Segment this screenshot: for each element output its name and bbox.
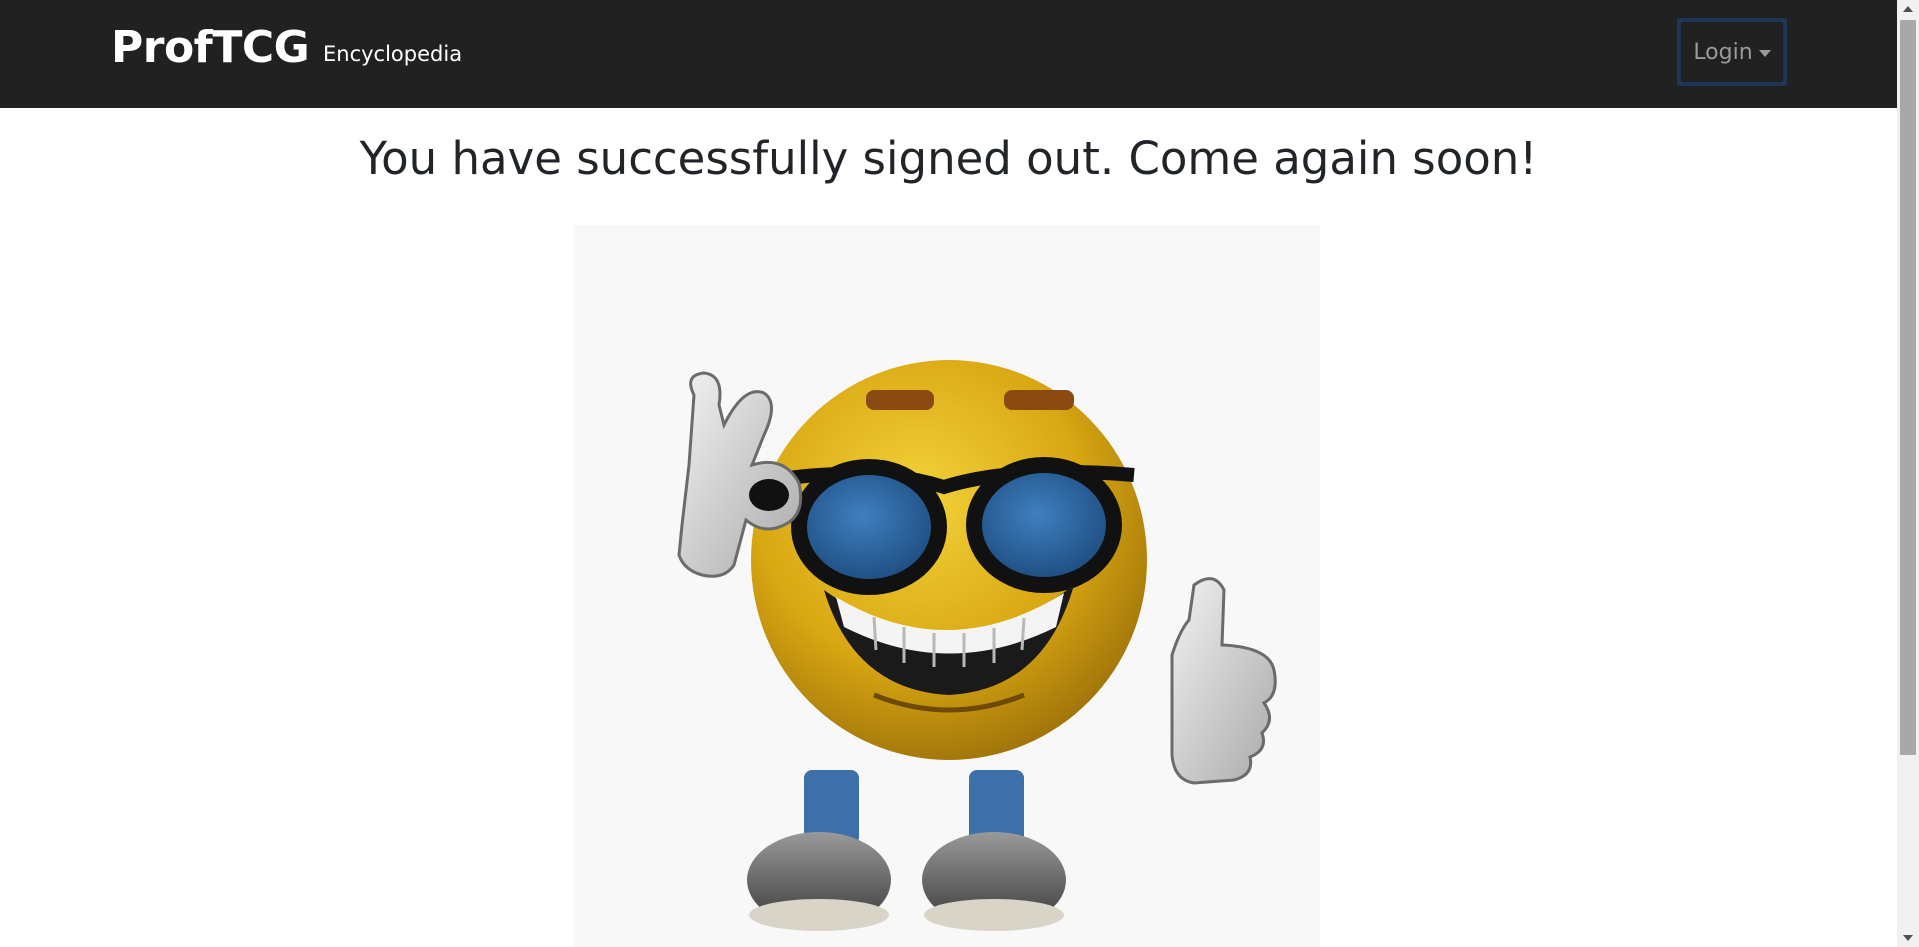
thumbs-up-hand (1170, 577, 1277, 785)
scroll-down-icon[interactable] (1903, 935, 1913, 941)
page: ProfTCG Encyclopedia Login You have succ… (0, 0, 1919, 947)
nav-link-encyclopedia[interactable]: Encyclopedia (323, 42, 462, 66)
scroll-up-icon[interactable] (1903, 6, 1913, 12)
login-label: Login (1693, 39, 1753, 65)
top-navbar: ProfTCG Encyclopedia Login (0, 0, 1897, 108)
chevron-down-icon (1758, 49, 1771, 57)
signout-image (574, 225, 1320, 947)
cool-smiley-sunglasses-thumbs-up-icon (677, 360, 1277, 931)
page-title: You have successfully signed out. Come a… (359, 132, 1538, 185)
login-dropdown-toggle[interactable]: Login (1677, 18, 1787, 86)
left-shoe (747, 770, 891, 931)
right-shoe (922, 770, 1066, 931)
scrollbar-thumb[interactable] (1900, 20, 1916, 755)
vertical-scrollbar[interactable] (1897, 0, 1919, 947)
brand-logo-link[interactable]: ProfTCG (111, 22, 310, 73)
